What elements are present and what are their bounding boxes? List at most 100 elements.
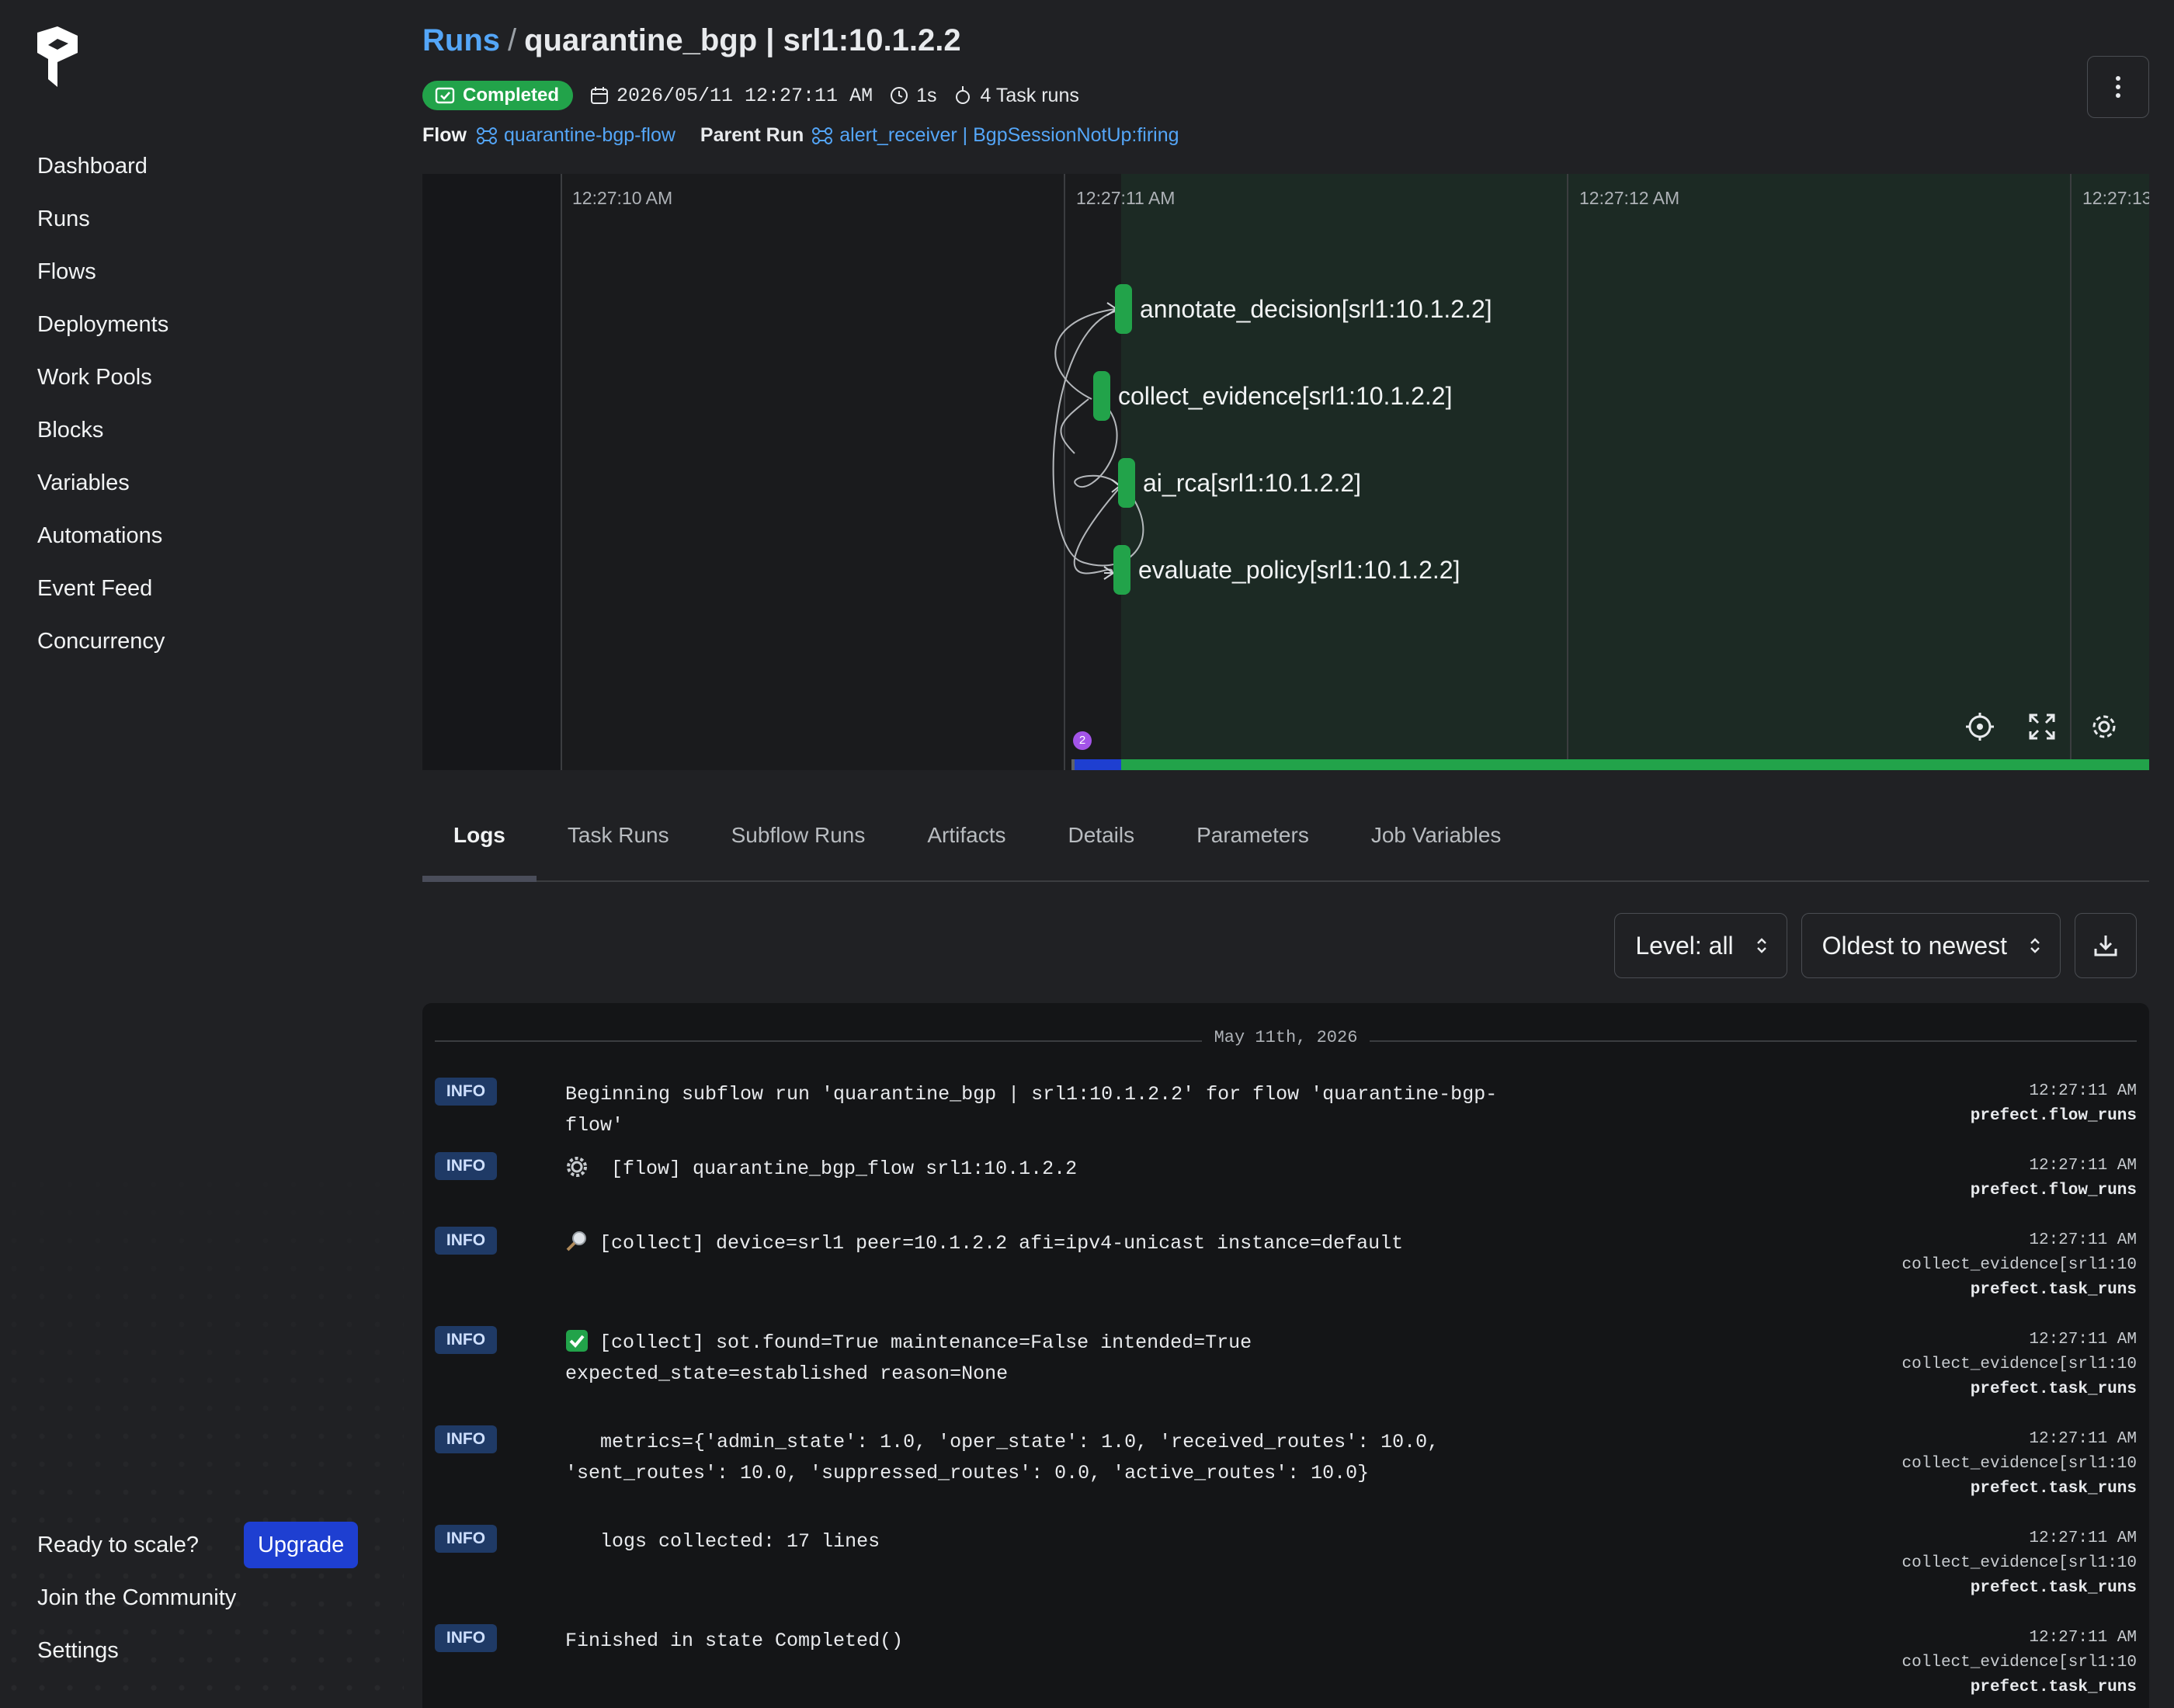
tab-details[interactable]: Details [1037, 804, 1166, 880]
gear-emoji-icon [567, 1157, 587, 1177]
task-node-label[interactable]: evaluate_policy[srl1:10.1.2.2] [1138, 556, 1460, 585]
log-time: 12:27:11 AM [2029, 1430, 2137, 1448]
log-message: Beginning subflow run 'quarantine_bgp | … [565, 1083, 1498, 1137]
tab-task-runs[interactable]: Task Runs [537, 804, 700, 880]
recenter-button[interactable] [1963, 710, 1997, 744]
log-meta: 12:27:11 AM collect_evidence[srl1:10 pre… [1881, 1626, 2137, 1700]
log-controls: Level: all Oldest to newest [1614, 913, 2137, 978]
log-logger: prefect.flow_runs [1970, 1182, 2137, 1199]
log-message: [flow] quarantine_bgp_flow srl1:10.1.2.2 [565, 1154, 1551, 1185]
duration-text: 1s [916, 84, 937, 106]
task-node-label[interactable]: collect_evidence[srl1:10.1.2.2] [1118, 382, 1452, 411]
nav-variables[interactable]: Variables [37, 457, 168, 509]
ready-to-scale-text: Ready to scale? [37, 1532, 199, 1557]
log-level-badge: INFO [435, 1227, 497, 1255]
check-mark-button-icon [566, 1330, 588, 1352]
log-message: logs collected: 17 lines [565, 1530, 880, 1553]
tab-parameters[interactable]: Parameters [1165, 804, 1340, 880]
log-time: 12:27:11 AM [2029, 1629, 2137, 1647]
nav-event-feed[interactable]: Event Feed [37, 562, 168, 615]
event-count-dot[interactable]: 2 [1073, 731, 1092, 750]
task-node-bar[interactable] [1118, 458, 1135, 508]
log-level-badge: INFO [435, 1525, 497, 1553]
log-meta: 12:27:11 AM collect_evidence[srl1:10 pre… [1881, 1526, 2137, 1601]
expand-icon [2029, 713, 2055, 740]
page-title: Runs / quarantine_bgp | srl1:10.1.2.2 [422, 23, 961, 58]
sidebar-nav: Dashboard Runs Flows Deployments Work Po… [37, 140, 168, 668]
settings-link[interactable]: Settings [37, 1624, 379, 1677]
task-node-label[interactable]: ai_rca[srl1:10.1.2.2] [1143, 469, 1361, 498]
log-message: [collect] device=srl1 peer=10.1.2.2 afi=… [565, 1228, 1551, 1259]
level-select[interactable]: Level: all [1614, 913, 1787, 978]
fullscreen-button[interactable] [2025, 710, 2059, 744]
nav-automations[interactable]: Automations [37, 509, 168, 562]
nav-deployments[interactable]: Deployments [37, 298, 168, 351]
nav-concurrency[interactable]: Concurrency [37, 615, 168, 668]
log-time: 12:27:11 AM [2029, 1231, 2137, 1249]
breadcrumb-runs-link[interactable]: Runs [422, 23, 500, 57]
magnifier-emoji-icon [566, 1231, 586, 1251]
log-logger: prefect.task_runs [1970, 1480, 2137, 1498]
log-logger: prefect.task_runs [1970, 1678, 2137, 1696]
log-meta: 12:27:11 AM collect_evidence[srl1:10 pre… [1881, 1328, 2137, 1402]
prefect-logo-icon[interactable] [37, 26, 78, 87]
status-badge: Completed [422, 81, 574, 110]
run-tabs: Logs Task Runs Subflow Runs Artifacts De… [422, 804, 2149, 882]
log-logger: prefect.task_runs [1970, 1579, 2137, 1597]
join-community-link[interactable]: Join the Community [37, 1571, 379, 1624]
order-select[interactable]: Oldest to newest [1801, 913, 2061, 978]
nav-runs[interactable]: Runs [37, 193, 168, 245]
run-timeline-graph[interactable]: 12:27:10 AM 12:27:11 AM 12:27:12 AM 12:2… [422, 174, 2149, 770]
log-logger: prefect.task_runs [1970, 1281, 2137, 1299]
task-node-label[interactable]: annotate_decision[srl1:10.1.2.2] [1140, 295, 1492, 324]
timeline-completed-bar [1121, 759, 2149, 770]
task-node-bar[interactable] [1113, 545, 1130, 595]
timeline-pending-bar [1075, 759, 1121, 770]
tab-job-variables[interactable]: Job Variables [1340, 804, 1533, 880]
task-node-bar[interactable] [1115, 284, 1132, 334]
log-time: 12:27:11 AM [2029, 1331, 2137, 1349]
calendar-icon [591, 87, 609, 104]
log-meta: 12:27:11 AM prefect.flow_runs [1881, 1079, 2137, 1129]
log-logger: prefect.task_runs [1970, 1380, 2137, 1398]
tab-logs[interactable]: Logs [422, 804, 537, 882]
flow-link[interactable]: quarantine-bgp-flow [476, 124, 675, 147]
level-select-value: Level: all [1635, 931, 1734, 960]
log-task: collect_evidence[srl1:10 [1901, 1654, 2137, 1672]
task-node-bar[interactable] [1093, 371, 1110, 421]
log-date-text: May 11th, 2026 [1201, 1028, 1370, 1047]
log-level-badge: INFO [435, 1078, 497, 1106]
nav-flows[interactable]: Flows [37, 245, 168, 298]
download-logs-button[interactable] [2075, 913, 2137, 978]
nav-work-pools[interactable]: Work Pools [37, 351, 168, 404]
tab-artifacts[interactable]: Artifacts [896, 804, 1037, 880]
log-message-text: [flow] quarantine_bgp_flow srl1:10.1.2.2 [599, 1158, 1078, 1180]
start-time-text: 2026/05/11 12:27:11 AM [616, 84, 873, 107]
tab-subflow-runs[interactable]: Subflow Runs [700, 804, 897, 880]
run-meta-row: Completed 2026/05/11 12:27:11 AM 1s 4 Ta… [422, 81, 1079, 110]
chevron-up-down-icon [1756, 938, 1766, 953]
sidebar: Dashboard Runs Flows Deployments Work Po… [0, 0, 404, 1708]
clock-icon [891, 87, 908, 104]
duration: 1s [890, 85, 936, 107]
status-text: Completed [463, 85, 560, 106]
upgrade-button[interactable]: Upgrade [243, 1522, 359, 1568]
kebab-menu-icon [2116, 76, 2120, 98]
log-level-badge: INFO [435, 1152, 497, 1180]
kebab-menu-button[interactable] [2087, 56, 2149, 118]
flow-icon [476, 127, 497, 144]
flow-info-row: Flow quarantine-bgp-flow Parent Run aler… [422, 124, 1179, 147]
nav-blocks[interactable]: Blocks [37, 404, 168, 457]
parent-run-link[interactable]: alert_receiver | BgpSessionNotUp:firing [811, 124, 1179, 147]
breadcrumb-separator: / [508, 23, 517, 57]
task-runs-count: 4 Task runs [953, 85, 1079, 107]
task-run-icon [956, 86, 971, 104]
chevron-up-down-icon [2030, 938, 2040, 953]
log-message-text: [collect] sot.found=True maintenance=Fal… [565, 1331, 1264, 1385]
check-square-icon [435, 87, 455, 104]
log-task: collect_evidence[srl1:10 [1901, 1455, 2137, 1473]
timeline-settings-button[interactable] [2087, 710, 2121, 744]
log-level-badge: INFO [435, 1425, 497, 1453]
nav-dashboard[interactable]: Dashboard [37, 140, 168, 193]
flow-label: Flow [422, 124, 467, 146]
